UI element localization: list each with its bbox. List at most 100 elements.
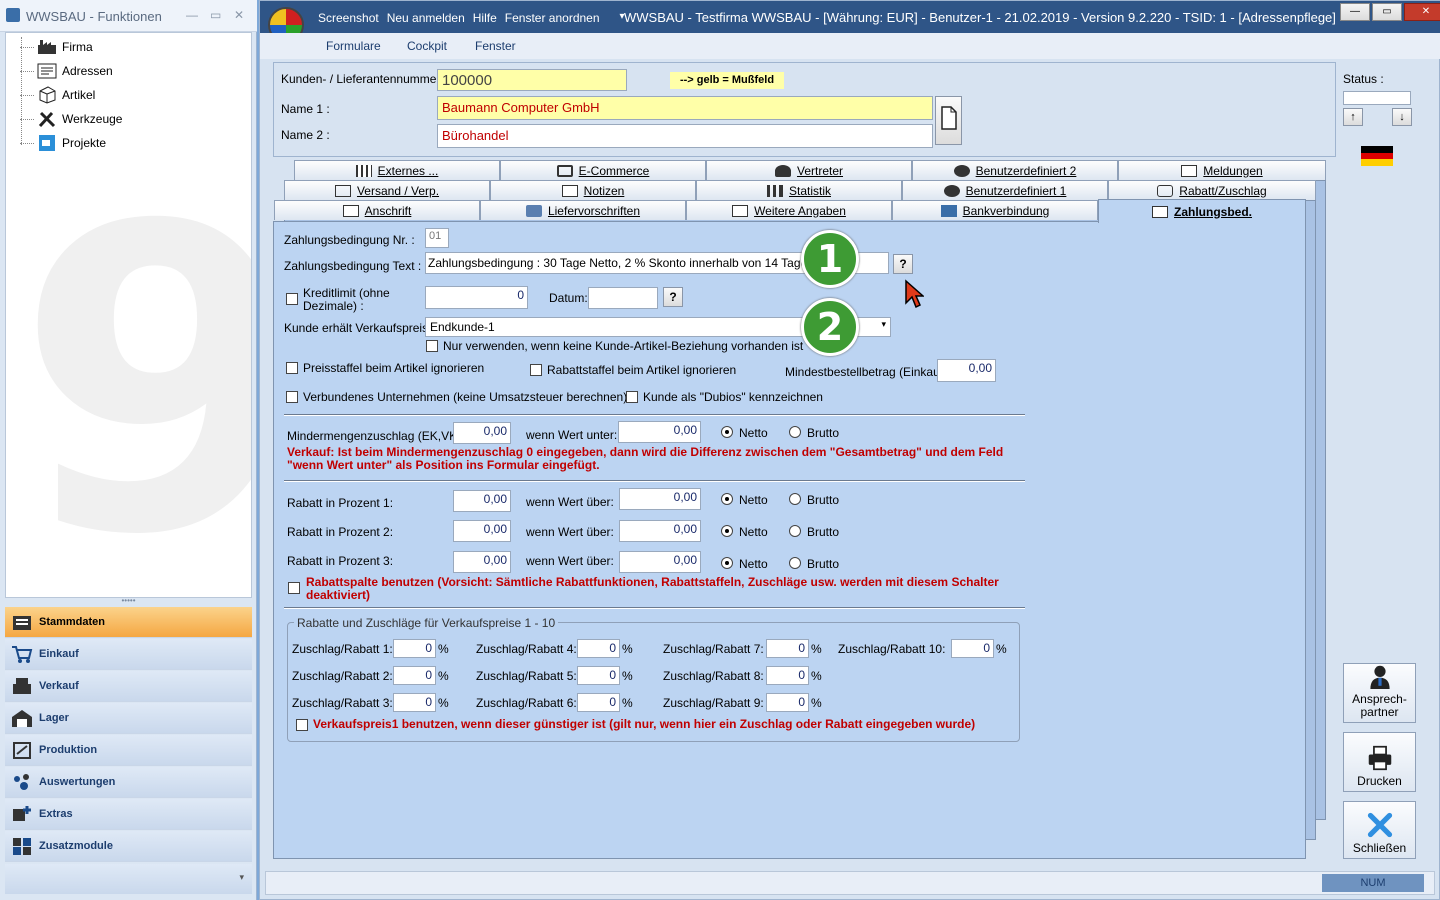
mindest-field[interactable]: 0,00 [937, 359, 996, 382]
rabatt3-netto-radio[interactable] [721, 557, 733, 569]
name1-field[interactable]: Baumann Computer GmbH [437, 96, 933, 120]
zuschlag8-field[interactable]: 0 [766, 666, 809, 685]
datum-help-button[interactable]: ? [663, 287, 683, 307]
move-down-button[interactable]: ↓ [1392, 108, 1412, 126]
tab-label: Benutzerdefiniert 2 [975, 163, 1077, 178]
maximize-icon[interactable]: ▭ [210, 8, 221, 22]
drucken-button[interactable]: Drucken [1343, 732, 1416, 792]
tab-bankverbindung[interactable]: Bankverbindung [892, 200, 1098, 220]
rabatt3-field[interactable]: 0,00 [453, 551, 511, 573]
kreditlimit-field[interactable]: 0 [425, 286, 528, 309]
maximize-button[interactable]: ▭ [1372, 3, 1402, 21]
netto-label: Netto [739, 525, 768, 539]
zuschlag1-field[interactable]: 0 [393, 639, 436, 658]
schliessen-button[interactable]: Schließen [1343, 801, 1416, 859]
users-icon [953, 164, 970, 177]
mmz-netto-radio[interactable] [721, 426, 733, 438]
rabatt2-field[interactable]: 0,00 [453, 520, 511, 542]
minimize-button[interactable]: — [1340, 3, 1370, 21]
arrange-menu[interactable]: Fenster anordnen [505, 11, 600, 25]
nav-lager[interactable]: Lager [5, 703, 252, 734]
zuschlag8-label: Zuschlag/Rabatt 8: [663, 669, 764, 683]
tree-item-adressen[interactable]: Adressen [20, 60, 113, 82]
rabattspalte-checkbox[interactable] [288, 582, 300, 594]
tree-item-firma[interactable]: Firma [20, 36, 93, 58]
zuschlag7-field[interactable]: 0 [766, 639, 809, 658]
splitter-handle[interactable]: ••••• [5, 597, 252, 606]
tab-rabatt[interactable]: Rabatt/Zuschlag [1108, 180, 1316, 200]
rabatt2-netto-radio[interactable] [721, 525, 733, 537]
tab-statistik[interactable]: Statistik [696, 180, 902, 200]
minimize-icon[interactable]: — [186, 8, 198, 22]
nav-stammdaten[interactable]: Stammdaten [5, 607, 252, 638]
dubios-checkbox[interactable] [626, 391, 638, 403]
tab-liefervorschriften[interactable]: Liefervorschriften [480, 200, 686, 220]
tab-versand[interactable]: Versand / Verp. [284, 180, 490, 200]
zuschlag9-field[interactable]: 0 [766, 693, 809, 712]
menu-cockpit[interactable]: Cockpit [407, 39, 447, 53]
tab-anschrift[interactable]: Anschrift [274, 200, 480, 220]
tab-zahlungsbed[interactable]: Zahlungsbed. [1098, 199, 1306, 223]
nav-overflow[interactable]: ▾ [5, 864, 252, 894]
zb-help-button[interactable]: ? [893, 254, 913, 274]
nav-produktion[interactable]: Produktion [5, 735, 252, 766]
move-up-button[interactable]: ↑ [1343, 108, 1363, 126]
status-field[interactable] [1343, 91, 1411, 105]
vk1-checkbox[interactable] [296, 719, 308, 731]
rabattstaffel-checkbox[interactable] [530, 364, 542, 376]
name2-field[interactable]: Bürohandel [437, 124, 933, 148]
nur-verwenden-checkbox[interactable] [426, 340, 438, 352]
document-button[interactable] [935, 96, 962, 145]
tab-benutzerdef1[interactable]: Benutzerdefiniert 1 [902, 180, 1108, 200]
zuschlag2-field[interactable]: 0 [393, 666, 436, 685]
dubios-label: Kunde als "Dubios" kennzeichnen [643, 390, 823, 404]
kunde-number-field[interactable]: 100000 [437, 69, 627, 91]
close-icon[interactable]: ✕ [234, 8, 244, 22]
datum-field[interactable] [588, 287, 658, 309]
zuschlag3-field[interactable]: 0 [393, 693, 436, 712]
tree-item-werkzeuge[interactable]: Werkzeuge [20, 108, 122, 130]
menu-formulare[interactable]: Formulare [326, 39, 381, 53]
tree-item-artikel[interactable]: Artikel [20, 84, 95, 106]
rabatt3-ueber-field[interactable]: 0,00 [619, 551, 701, 573]
warehouse-icon [11, 707, 33, 729]
mmz-field[interactable]: 0,00 [453, 422, 511, 444]
nav-zusatzmodule[interactable]: Zusatzmodule [5, 831, 252, 862]
rabatt1-ueber-field[interactable]: 0,00 [619, 488, 701, 510]
wenn-unter-field[interactable]: 0,00 [618, 421, 701, 443]
nav-einkauf[interactable]: Einkauf [5, 639, 252, 670]
close-button[interactable]: ✕ [1404, 3, 1440, 21]
tab-weitere[interactable]: Weitere Angaben [686, 200, 892, 220]
nav-auswertungen[interactable]: Auswertungen [5, 767, 252, 798]
rabatt1-field[interactable]: 0,00 [453, 490, 511, 512]
tab-label: Weitere Angaben [754, 203, 846, 218]
nav-verkauf[interactable]: Verkauf [5, 671, 252, 702]
rabatt3-brutto-radio[interactable] [789, 557, 801, 569]
zuschlag5-field[interactable]: 0 [577, 666, 620, 685]
zb-nr-field[interactable]: 01 [425, 228, 449, 248]
kreditlimit-checkbox[interactable] [286, 293, 298, 305]
menu-fenster[interactable]: Fenster [475, 39, 516, 53]
preisstaffel-checkbox[interactable] [286, 362, 298, 374]
relogin-menu[interactable]: Neu anmelden [387, 11, 465, 25]
tree-item-projekte[interactable]: Projekte [20, 132, 106, 154]
tab-benutzerdef2[interactable]: Benutzerdefiniert 2 [912, 160, 1118, 180]
rabatt1-netto-radio[interactable] [721, 493, 733, 505]
nav-extras[interactable]: Extras [5, 799, 252, 830]
rabatt2-brutto-radio[interactable] [789, 525, 801, 537]
tab-ecommerce[interactable]: E-Commerce [500, 160, 706, 180]
mmz-brutto-radio[interactable] [789, 426, 801, 438]
ansprechpartner-button[interactable]: Ansprech- partner [1343, 663, 1416, 723]
screenshot-menu[interactable]: Screenshot [318, 11, 379, 25]
tab-notizen[interactable]: Notizen [490, 180, 696, 200]
tab-externes[interactable]: Externes ... [294, 160, 500, 180]
help-menu[interactable]: Hilfe [473, 11, 497, 25]
tab-vertreter[interactable]: Vertreter [706, 160, 912, 180]
zuschlag10-field[interactable]: 0 [951, 639, 994, 658]
rabatt1-brutto-radio[interactable] [789, 493, 801, 505]
tab-meldungen[interactable]: Meldungen [1118, 160, 1326, 180]
zuschlag4-field[interactable]: 0 [577, 639, 620, 658]
zuschlag6-field[interactable]: 0 [577, 693, 620, 712]
rabatt2-ueber-field[interactable]: 0,00 [619, 520, 701, 542]
verbunden-checkbox[interactable] [286, 391, 298, 403]
